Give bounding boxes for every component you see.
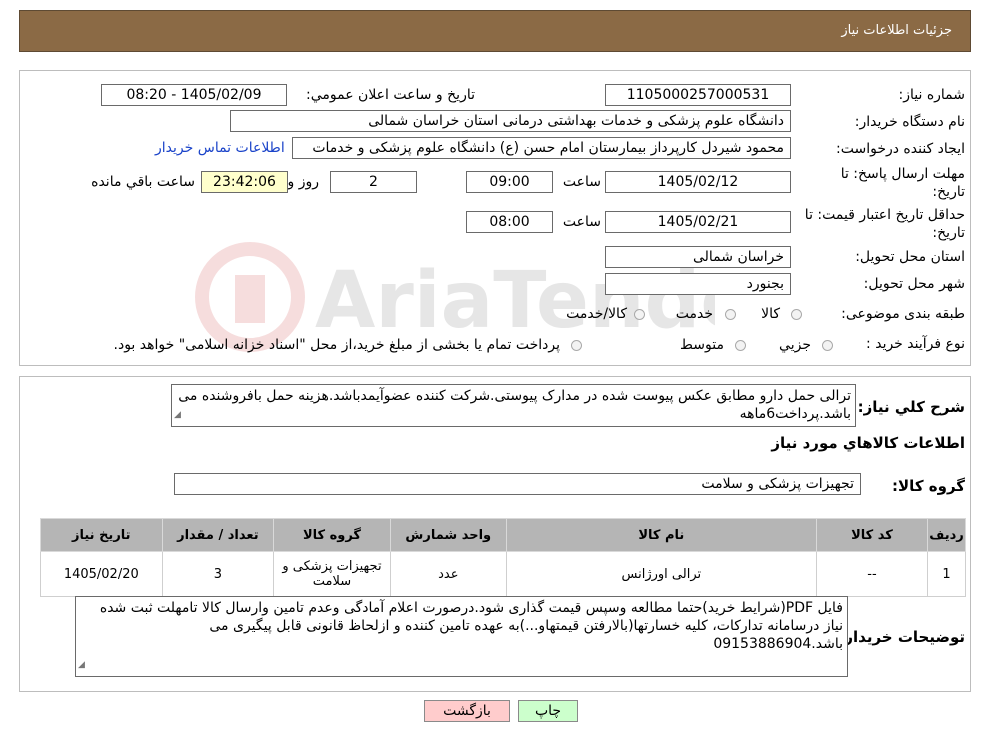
row-date: 1405/02/20: [40, 551, 163, 597]
page-header: جزئیات اطلاعات نیاز: [19, 10, 971, 52]
process-radio-minor[interactable]: [822, 340, 833, 351]
buyer-notes-text: فایل PDF(شرایط خرید)حتما مطالعه وسپس قیم…: [99, 600, 843, 652]
deadline-date-field: 1405/02/12: [605, 171, 791, 193]
category-option-goods: کالا: [761, 306, 780, 322]
col-group: گروه کالا: [273, 518, 391, 552]
row-unit: عدد: [389, 551, 507, 597]
buyer-org-field: دانشگاه علوم پزشکی و خدمات بهداشتی درمان…: [230, 110, 791, 132]
announce-datetime-field: 1405/02/09 - 08:20: [101, 84, 287, 106]
category-option-goods-service: کالا/خدمت: [566, 306, 627, 322]
validity-time-field: 08:00: [466, 211, 553, 233]
validity-time-label: ساعت: [562, 214, 601, 230]
col-index: رديف: [927, 518, 966, 552]
description-text: ترالی حمل دارو مطابق عکس پیوست شده در مد…: [178, 388, 851, 422]
col-code: کد کالا: [815, 518, 929, 552]
process-note: پرداخت تمام یا بخشی از مبلغ خرید،از محل …: [113, 337, 560, 353]
deadline-time-field: 09:00: [466, 171, 553, 193]
province-label: استان محل تحویل:: [855, 249, 965, 265]
description-label: شرح کلي نياز:: [857, 398, 965, 416]
row-qty: 3: [161, 551, 275, 597]
creator-label: ايجاد کننده درخواست:: [836, 141, 965, 157]
category-radio-goods[interactable]: [791, 309, 802, 320]
buyer-org-label: نام دستگاه خريدار:: [854, 114, 965, 130]
category-option-service: خدمت: [675, 306, 713, 322]
table-row: 1 -- ترالی اورژانس عدد تجهیزات پزشکی و س…: [40, 551, 966, 597]
col-qty: تعداد / مقدار: [161, 518, 275, 552]
remaining-label: ساعت باقي مانده: [91, 174, 195, 190]
process-radio-medium[interactable]: [735, 340, 746, 351]
validity-date-field: 1405/02/21: [605, 211, 791, 233]
city-field: بجنورد: [605, 273, 791, 295]
goods-table: رديف کد کالا نام کالا واحد شمارش گروه کا…: [40, 518, 966, 597]
col-date: تاريخ نياز: [40, 518, 163, 552]
buyer-notes-label: توضیحات خریدار:: [838, 628, 965, 646]
row-name: ترالی اورژانس: [505, 551, 817, 597]
city-label: شهر محل تحویل:: [863, 276, 965, 292]
process-label: نوع فرآیند خرید :: [866, 336, 965, 352]
col-name: نام کالا: [505, 518, 817, 552]
page-title: جزئیات اطلاعات نیاز: [841, 23, 952, 38]
days-label: روز و: [287, 174, 320, 190]
process-option-minor: جزيي: [779, 337, 811, 353]
creator-field: محمود شیردل کارپرداز بیمارستان امام حسن …: [292, 137, 791, 159]
back-button[interactable]: بازگشت: [424, 700, 510, 722]
days-remaining-field: 2: [330, 171, 417, 193]
row-index: 1: [927, 551, 966, 597]
province-field: خراسان شمالی: [605, 246, 791, 268]
category-radio-service[interactable]: [725, 309, 736, 320]
buyer-notes-textarea[interactable]: فایل PDF(شرایط خرید)حتما مطالعه وسپس قیم…: [75, 596, 848, 677]
row-group: تجهیزات پزشکی و سلامت: [273, 551, 391, 597]
buyer-contact-link[interactable]: اطلاعات تماس خريدار: [155, 140, 285, 156]
goods-section-title: اطلاعات کالاهاي مورد نياز: [771, 434, 965, 452]
category-label: طبقه بندی موضوعی:: [841, 306, 965, 322]
resize-grip-icon[interactable]: ◢: [78, 656, 85, 674]
deadline-time-label: ساعت: [562, 174, 601, 190]
category-radio-goods-service[interactable]: [634, 309, 645, 320]
process-option-medium: متوسط: [680, 337, 724, 353]
need-number-field: 1105000257000531: [605, 84, 791, 106]
announce-datetime-label: تاریخ و ساعت اعلان عمومي:: [306, 87, 475, 103]
goods-group-label: گروه کالا:: [892, 477, 965, 495]
remaining-time-field: 23:42:06: [201, 171, 288, 193]
need-number-label: شماره نیاز:: [898, 87, 966, 103]
deadline-label: مهلت ارسال پاسخ: تا تاریخ:: [840, 166, 965, 200]
col-unit: واحد شمارش: [389, 518, 507, 552]
validity-label: حداقل تاریخ اعتبار قیمت: تا تاریخ:: [804, 207, 965, 241]
print-button[interactable]: چاپ: [518, 700, 578, 722]
resize-grip-icon[interactable]: ◢: [174, 406, 181, 424]
goods-group-field: تجهیزات پزشکی و سلامت: [174, 473, 861, 495]
goods-table-header: رديف کد کالا نام کالا واحد شمارش گروه کا…: [40, 518, 966, 552]
row-code: --: [815, 551, 929, 597]
process-radio-treasury[interactable]: [571, 340, 582, 351]
description-textarea[interactable]: ترالی حمل دارو مطابق عکس پیوست شده در مد…: [171, 384, 856, 427]
